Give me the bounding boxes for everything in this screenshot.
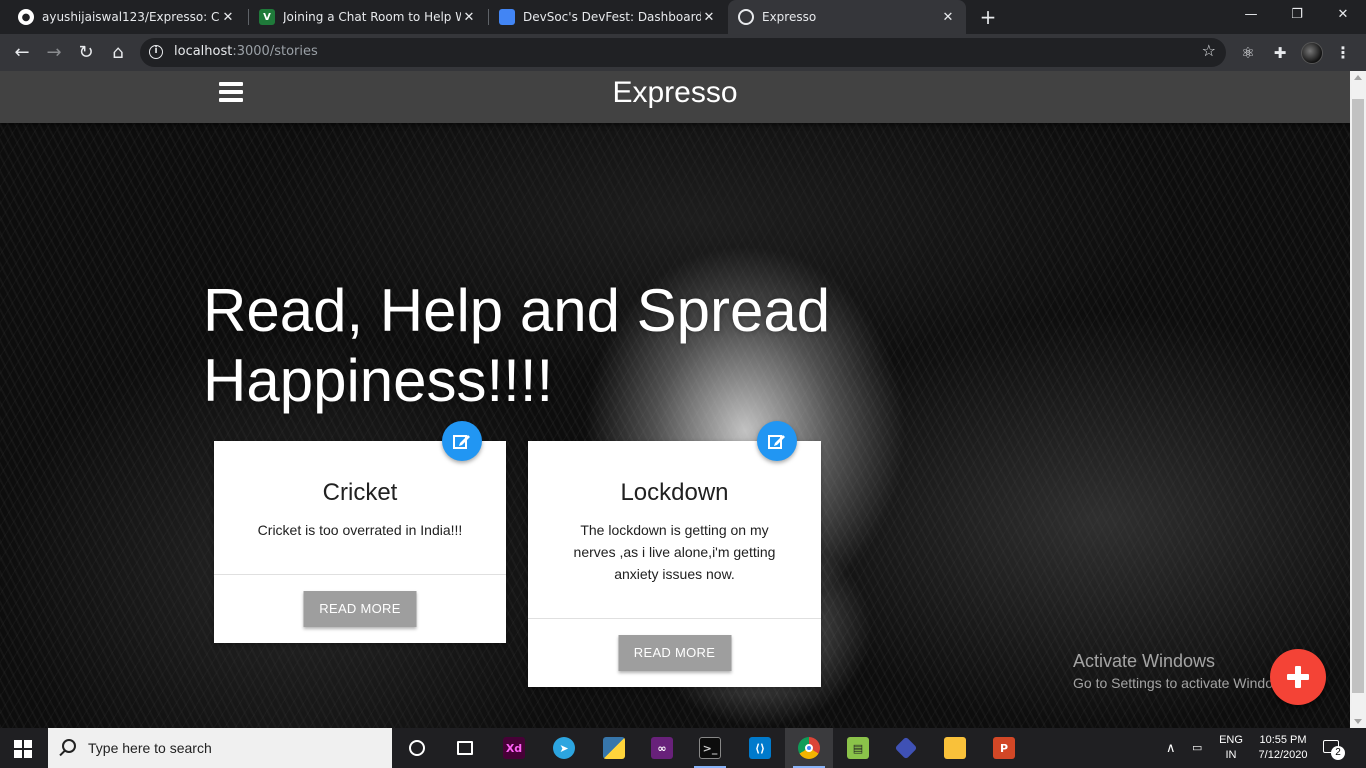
hero-heading: Read, Help and Spread Happiness!!!!: [203, 276, 903, 416]
notification-count: 2: [1331, 746, 1345, 760]
site-info-icon[interactable]: i: [149, 45, 163, 59]
scroll-up-icon[interactable]: [1354, 75, 1362, 80]
cortana-icon[interactable]: [393, 728, 441, 768]
close-icon[interactable]: ✕: [701, 10, 717, 25]
profile-avatar[interactable]: [1301, 42, 1323, 64]
clock-time: 10:55 PM: [1259, 734, 1307, 746]
edit-icon: [768, 435, 785, 449]
file-explorer-icon[interactable]: [931, 728, 979, 768]
adobe-xd-icon[interactable]: Xd: [490, 728, 538, 768]
url-path: :3000/stories: [232, 44, 318, 59]
url-text: localhost:3000/stories: [174, 44, 318, 59]
react-devtools-icon[interactable]: ⚛: [1237, 42, 1259, 64]
card-divider: [214, 574, 506, 575]
tab-chat-room[interactable]: V Joining a Chat Room to Help Wit ✕: [249, 0, 487, 34]
python-icon[interactable]: [590, 728, 638, 768]
visual-studio-icon[interactable]: ∞: [638, 728, 686, 768]
terminal-icon[interactable]: >_: [686, 728, 734, 768]
close-window-button[interactable]: ✕: [1320, 0, 1366, 30]
hero-line-1: Read, Help and Spread: [203, 277, 831, 344]
address-bar[interactable]: i localhost:3000/stories ☆: [140, 38, 1226, 67]
lang-line-1: ENG: [1219, 734, 1243, 746]
tab-devfest[interactable]: DevSoc's DevFest: Dashboard | D ✕: [489, 0, 727, 34]
docs-icon: [499, 9, 515, 25]
close-icon[interactable]: ✕: [461, 10, 477, 25]
tab-title: DevSoc's DevFest: Dashboard | D: [523, 10, 701, 24]
globe-icon: [738, 9, 754, 25]
telegram-icon[interactable]: ➤: [540, 728, 588, 768]
read-more-button[interactable]: READ MORE: [618, 635, 731, 671]
story-title: Cricket: [322, 479, 398, 506]
page-viewport: Expresso Read, Help and Spread Happiness…: [0, 71, 1350, 728]
tab-title: Joining a Chat Room to Help Wit: [283, 10, 461, 24]
app-bar: Expresso: [0, 71, 1350, 123]
watermark-line-1: Activate Windows: [1073, 651, 1216, 671]
url-host: localhost: [174, 44, 233, 59]
scrollbar-thumb[interactable]: [1352, 99, 1364, 693]
back-button[interactable]: ←: [9, 40, 35, 66]
chrome-menu-icon[interactable]: ⋮: [1333, 42, 1353, 64]
add-story-button[interactable]: [1270, 649, 1326, 705]
close-icon[interactable]: ✕: [940, 10, 956, 25]
task-view-icon[interactable]: [441, 728, 489, 768]
search-icon: [62, 739, 76, 753]
brand-title: Expresso: [612, 76, 738, 109]
plus-icon-vertical: [1295, 666, 1301, 688]
language-indicator[interactable]: ENG IN: [1219, 733, 1243, 768]
search-placeholder: Type here to search: [88, 740, 212, 756]
story-text: The lockdown is getting on my nerves ,as…: [573, 522, 776, 582]
github-icon: ●: [18, 9, 34, 25]
bookmark-star-icon[interactable]: ☆: [1202, 41, 1216, 60]
windows-start-icon[interactable]: [14, 740, 32, 758]
browser-toolbar: ← → ↻ ⌂ i localhost:3000/stories ☆ ⚛ ✚ ⋮: [0, 34, 1366, 71]
clock[interactable]: 10:55 PM 7/12/2020: [1252, 733, 1314, 768]
lang-line-2: IN: [1225, 749, 1237, 761]
tab-expresso[interactable]: Expresso ✕: [728, 0, 966, 34]
notepad-icon[interactable]: ▤: [834, 728, 882, 768]
card-divider: [528, 618, 821, 619]
story-card-cricket: Cricket Cricket is too overrated in Indi…: [214, 441, 506, 643]
powerpoint-icon[interactable]: P: [980, 728, 1028, 768]
hero-line-2: Happiness!!!!: [203, 347, 554, 414]
restore-button[interactable]: ❐: [1274, 0, 1320, 30]
close-icon[interactable]: ✕: [220, 10, 236, 25]
edit-story-button[interactable]: [442, 421, 482, 461]
v-icon: V: [259, 9, 275, 25]
extensions-puzzle-icon[interactable]: ✚: [1269, 42, 1291, 64]
tab-github[interactable]: ● ayushijaiswal123/Expresso: Creat ✕: [8, 0, 246, 34]
story-text: Cricket is too overrated in India!!!: [257, 522, 463, 538]
tab-title: ayushijaiswal123/Expresso: Creat: [42, 10, 220, 24]
watermark-line-2: Go to Settings to activate Windows.: [1073, 675, 1294, 691]
story-card-lockdown: Lockdown The lockdown is getting on my n…: [528, 441, 821, 687]
taskbar-search-box[interactable]: Type here to search: [48, 728, 392, 768]
page-scrollbar[interactable]: [1350, 71, 1366, 728]
scroll-down-icon[interactable]: [1354, 719, 1362, 724]
tray-chevron-icon[interactable]: ∧: [1166, 740, 1176, 768]
reload-button[interactable]: ↻: [73, 40, 99, 66]
minimize-button[interactable]: —: [1228, 0, 1274, 30]
edit-story-button[interactable]: [757, 421, 797, 461]
windows-taskbar: Type here to search Xd ➤ ∞ >_ ⟨⟩ ▤ P ∧ ▭…: [0, 728, 1366, 768]
chrome-icon[interactable]: [785, 728, 833, 768]
notification-center-icon[interactable]: 2: [1323, 738, 1347, 760]
battery-icon[interactable]: ▭: [1192, 741, 1202, 768]
home-button[interactable]: ⌂: [105, 40, 131, 66]
tab-title: Expresso: [762, 10, 817, 24]
tab-strip: ● ayushijaiswal123/Expresso: Creat ✕ V J…: [0, 0, 1366, 34]
read-more-button[interactable]: READ MORE: [303, 591, 417, 627]
activate-windows-watermark: Activate Windows Go to Settings to activ…: [1073, 651, 1294, 691]
vscode-icon[interactable]: ⟨⟩: [736, 728, 784, 768]
git-icon[interactable]: [882, 728, 930, 768]
clock-date: 7/12/2020: [1258, 749, 1308, 761]
forward-button[interactable]: →: [41, 40, 67, 66]
new-tab-button[interactable]: +: [976, 5, 1000, 29]
edit-icon: [453, 435, 470, 449]
story-title: Lockdown: [620, 479, 729, 506]
